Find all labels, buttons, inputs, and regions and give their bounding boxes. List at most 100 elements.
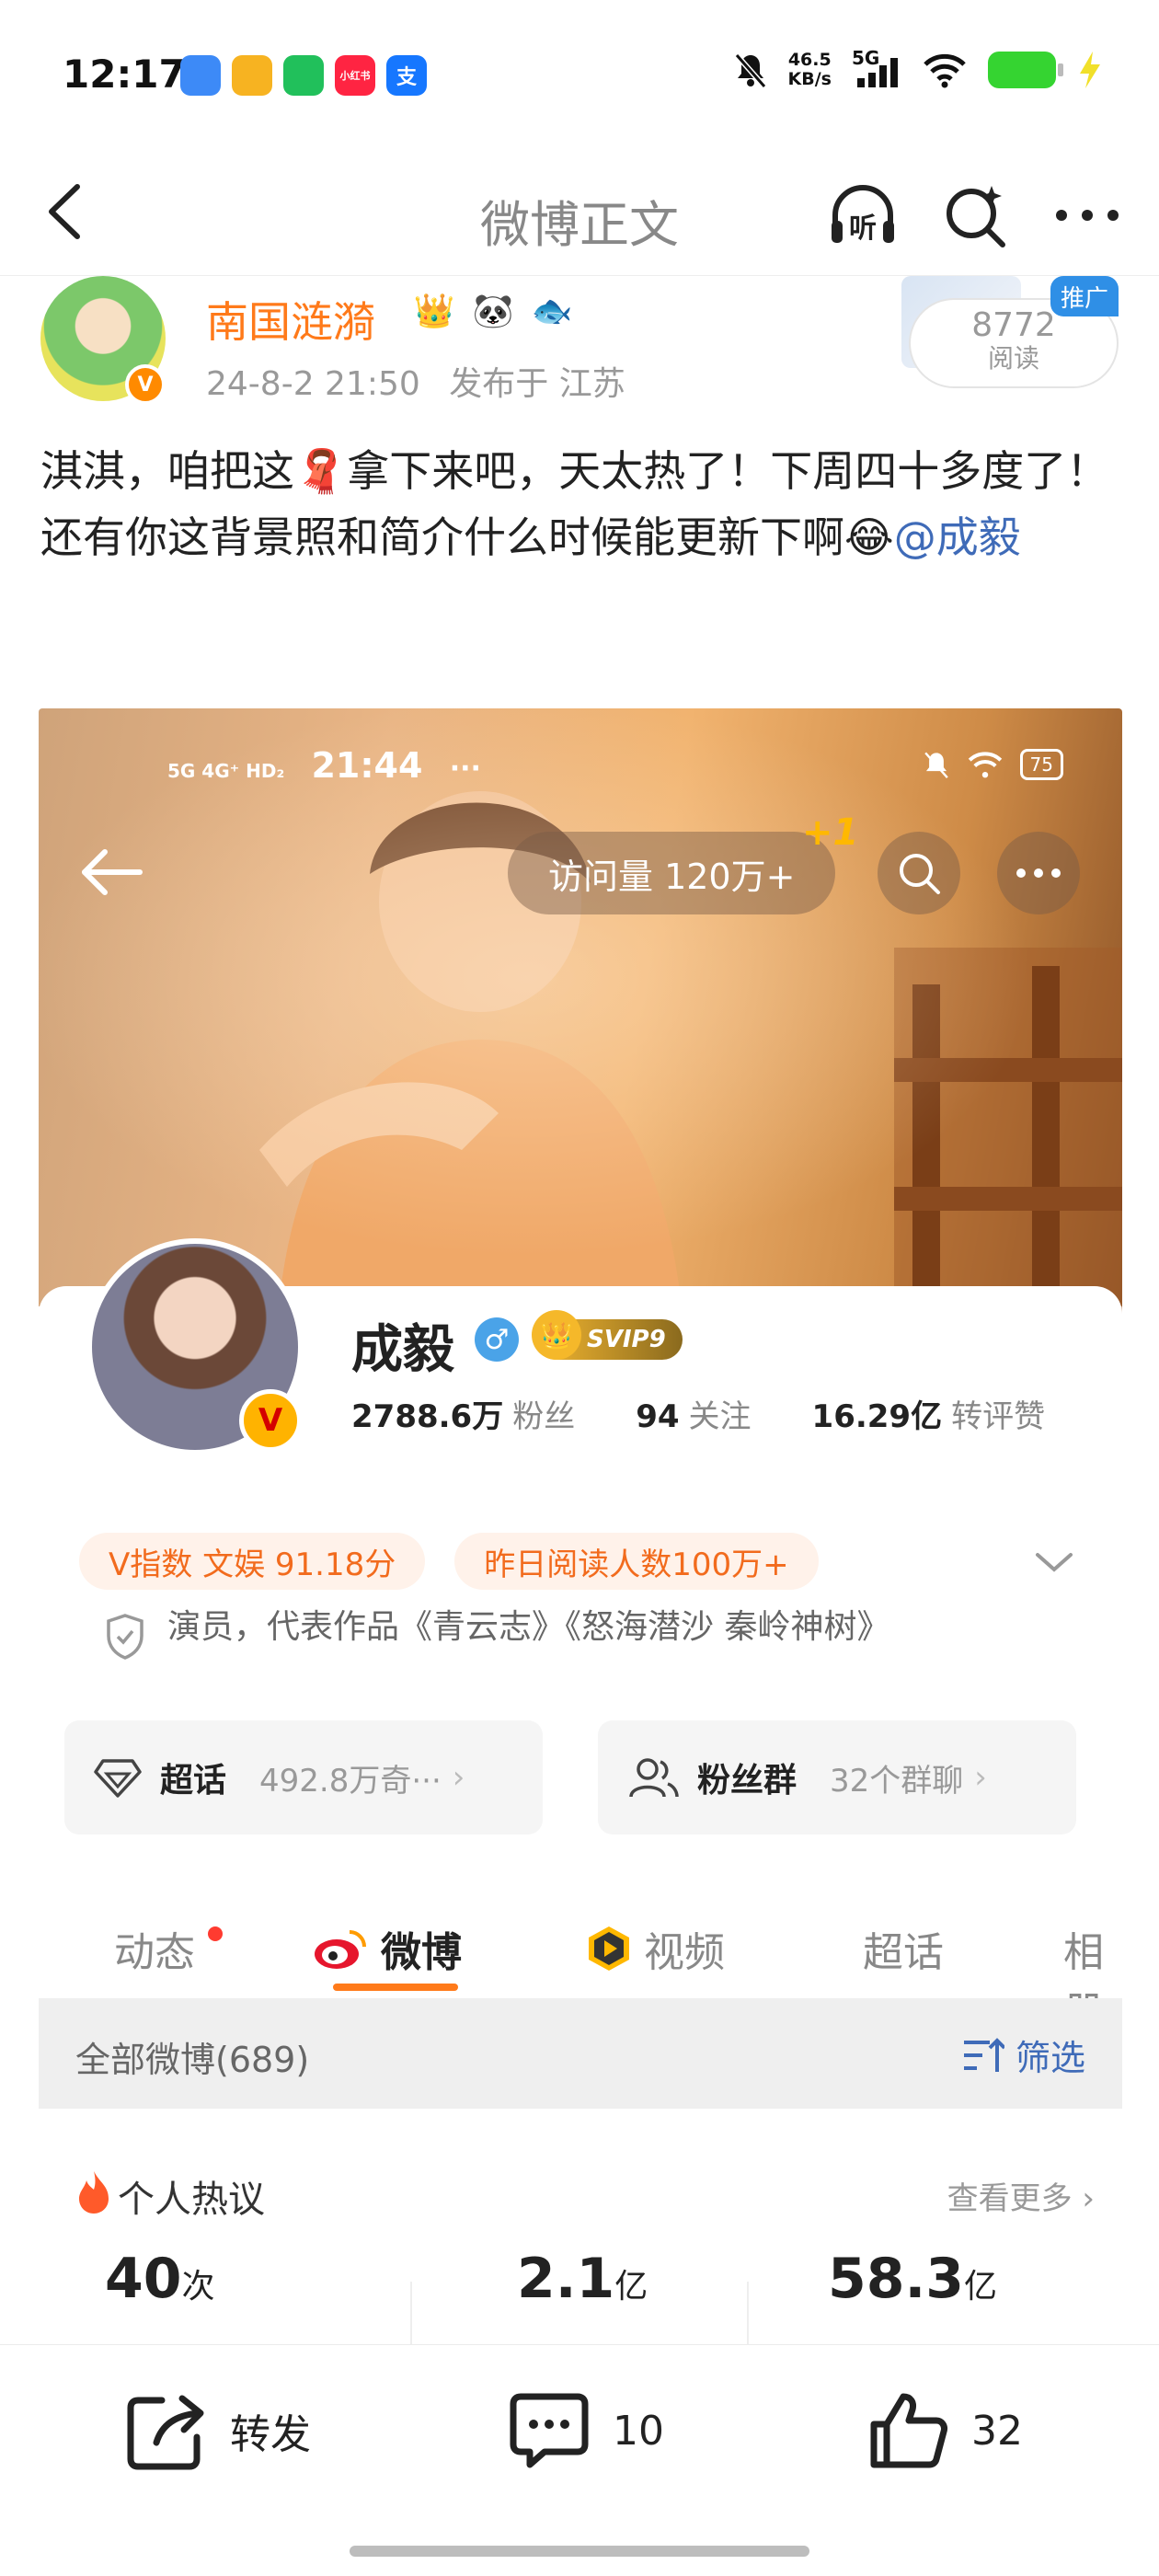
fans-group-sub: 32个群聊 bbox=[830, 1762, 964, 1800]
personal-hot-section: 个人热议 查看更多 › 40次 2.1亿 58.3亿 bbox=[39, 2144, 1122, 2346]
like-button[interactable]: 32 bbox=[866, 2391, 1023, 2470]
followers-stat: 2788.6万 粉丝 bbox=[351, 1391, 575, 1436]
nav-bar: 微博正文 听 bbox=[0, 147, 1159, 276]
hot-stat-count: 40次 bbox=[105, 2247, 215, 2311]
search-button[interactable] bbox=[940, 180, 1010, 250]
filter-label: 筛选 bbox=[1015, 2038, 1085, 2078]
comment-icon bbox=[510, 2393, 589, 2468]
svg-text:听: 听 bbox=[849, 213, 877, 245]
weibo-logo-icon bbox=[315, 1930, 366, 1969]
blue-app-icon bbox=[180, 55, 221, 96]
signal-bars-icon bbox=[857, 58, 898, 87]
plus-one-label: +1 bbox=[802, 811, 859, 854]
shot-back-arrow-icon bbox=[82, 849, 143, 895]
author-name[interactable]: 南国涟漪 bbox=[206, 289, 375, 350]
profile-tags: V指数 文娱 91.18分 昨日阅读人数100万+ bbox=[79, 1533, 819, 1590]
hot-stat-count-unit: 次 bbox=[181, 2268, 215, 2306]
nav-actions: 听 bbox=[828, 180, 1122, 250]
followers-num: 2788.6万 bbox=[351, 1398, 504, 1435]
chevron-down-icon bbox=[1036, 1553, 1073, 1572]
shot-time: 21:44 bbox=[311, 745, 423, 786]
crown-badge-icon: 👑 bbox=[413, 293, 455, 330]
author-row: V 南国涟漪 👑 🐼 🐟 24-8-2 21:50 发布于 江苏 8772 阅读… bbox=[0, 276, 1159, 414]
net-speed-value: 46.5 bbox=[787, 50, 832, 70]
battery-icon bbox=[988, 52, 1063, 88]
chevron-right-icon: › bbox=[452, 1759, 465, 1796]
status-bar: 12:17 小红书支 46.5 KB/s 5G bbox=[0, 0, 1159, 147]
post-meta: 24-8-2 21:50 发布于 江苏 bbox=[206, 357, 625, 405]
hot-stat-reads-unit: 亿 bbox=[614, 2268, 648, 2306]
read-label: 阅读 bbox=[987, 343, 1039, 374]
repost-label: 转发 bbox=[230, 2411, 311, 2458]
more-dots-icon bbox=[1056, 210, 1119, 221]
net-speed: 46.5 KB/s bbox=[788, 51, 832, 89]
orange-v-badge-icon: V bbox=[239, 1389, 302, 1452]
post-location: 发布于 江苏 bbox=[449, 365, 625, 403]
all-weibo-count: 全部微博(689) bbox=[75, 2040, 310, 2080]
charging-icon bbox=[1080, 52, 1100, 88]
following-stat: 94 关注 bbox=[636, 1391, 751, 1436]
fans-group-title: 粉丝群 bbox=[697, 1762, 798, 1800]
filter-button: 筛选 bbox=[962, 2030, 1085, 2080]
filter-bar: 全部微博(689) 筛选 bbox=[39, 1998, 1122, 2109]
status-clock: 12:17 bbox=[63, 52, 186, 97]
more-button[interactable] bbox=[1052, 180, 1122, 250]
reposts-label: 转评赞 bbox=[951, 1398, 1046, 1435]
profile-bio: 演员，代表作品《青云志》《怒海潜沙 秦岭神树》 bbox=[167, 1608, 890, 1646]
divider bbox=[410, 2282, 412, 2346]
active-tab-indicator bbox=[333, 1984, 458, 1991]
mute-bell-icon bbox=[734, 53, 766, 88]
shot-more-button bbox=[997, 832, 1080, 914]
comment-count: 10 bbox=[613, 2407, 664, 2455]
wechat-app-icon bbox=[283, 55, 324, 96]
listen-button[interactable]: 听 bbox=[828, 180, 898, 250]
action-bar: 转发 10 32 bbox=[0, 2344, 1159, 2576]
author-badges: 👑 🐼 🐟 bbox=[408, 285, 578, 337]
supertopic-title: 超话 bbox=[160, 1762, 227, 1800]
home-indicator[interactable] bbox=[350, 2546, 809, 2557]
tab-weibo: 微博 bbox=[313, 1919, 462, 1978]
post-body: 淇淇，咱把这🧣拿下来吧，天太热了！下周四十多度了！ 还有你这背景照和简介什么时候… bbox=[40, 438, 1122, 570]
profile-tabs: 动态 微博 视频 超话 相册 bbox=[39, 1897, 1122, 2035]
reposts-num: 16.29亿 bbox=[811, 1398, 943, 1435]
following-label: 关注 bbox=[688, 1398, 752, 1435]
panda-badge-icon: 🐼 bbox=[472, 293, 514, 330]
tab-supertopic: 超话 bbox=[863, 1919, 944, 1978]
cell-signal: 5G bbox=[852, 47, 901, 89]
hot-stat-reads-value: 2.1 bbox=[517, 2247, 615, 2311]
hot-stat-reads: 2.1亿 bbox=[517, 2247, 648, 2311]
profile-cover-photo: 5G 4G⁺ HD₂ 21:44 ··· 75 访问量 120万+ +1 bbox=[39, 708, 1122, 1334]
people-icon bbox=[629, 1758, 679, 1798]
hot-stat-count-value: 40 bbox=[105, 2247, 182, 2311]
comment-button[interactable]: 10 bbox=[508, 2391, 664, 2470]
mention-link[interactable]: @成毅 bbox=[894, 512, 1021, 562]
shot-search-button bbox=[878, 832, 960, 914]
promo-tag: 推广 bbox=[1050, 276, 1119, 316]
hot-title: 个人热议 bbox=[118, 2179, 265, 2221]
v-index-tag: V指数 文娱 91.18分 bbox=[79, 1533, 426, 1590]
share-icon bbox=[127, 2395, 204, 2470]
shot-battery: 75 bbox=[1019, 749, 1063, 780]
tab-updates: 动态 bbox=[114, 1919, 195, 1978]
repost-button[interactable]: 转发 bbox=[125, 2391, 311, 2470]
supertopic-sub: 492.8万奇··· bbox=[259, 1762, 442, 1800]
shot-status-left: 5G 4G⁺ HD₂ 21:44 ··· bbox=[167, 745, 481, 786]
flame-icon bbox=[79, 2171, 109, 2214]
tab-weibo-label: 微博 bbox=[381, 1929, 462, 1976]
notification-app-icons: 小红书支 bbox=[180, 55, 427, 96]
unread-dot bbox=[208, 1926, 223, 1941]
diamond-icon bbox=[94, 1759, 142, 1798]
post-image[interactable]: 5G 4G⁺ HD₂ 21:44 ··· 75 访问量 120万+ +1 V 成… bbox=[39, 708, 1122, 2144]
shot-status-right: 75 bbox=[923, 749, 1063, 780]
like-count: 32 bbox=[971, 2407, 1023, 2455]
hot-stat-interactions: 58.3亿 bbox=[828, 2247, 997, 2311]
system-icons: 46.5 KB/s 5G bbox=[733, 47, 1104, 90]
verified-badge-icon: V bbox=[125, 364, 166, 405]
readers-tag: 昨日阅读人数100万+ bbox=[454, 1533, 819, 1590]
tab-updates-label: 动态 bbox=[114, 1929, 195, 1976]
search-sparkle-icon bbox=[947, 186, 1005, 247]
tab-supertopic-label: 超话 bbox=[863, 1929, 944, 1976]
hot-stat-interactions-unit: 亿 bbox=[964, 2268, 998, 2306]
followers-label: 粉丝 bbox=[512, 1398, 576, 1435]
divider bbox=[747, 2282, 749, 2346]
